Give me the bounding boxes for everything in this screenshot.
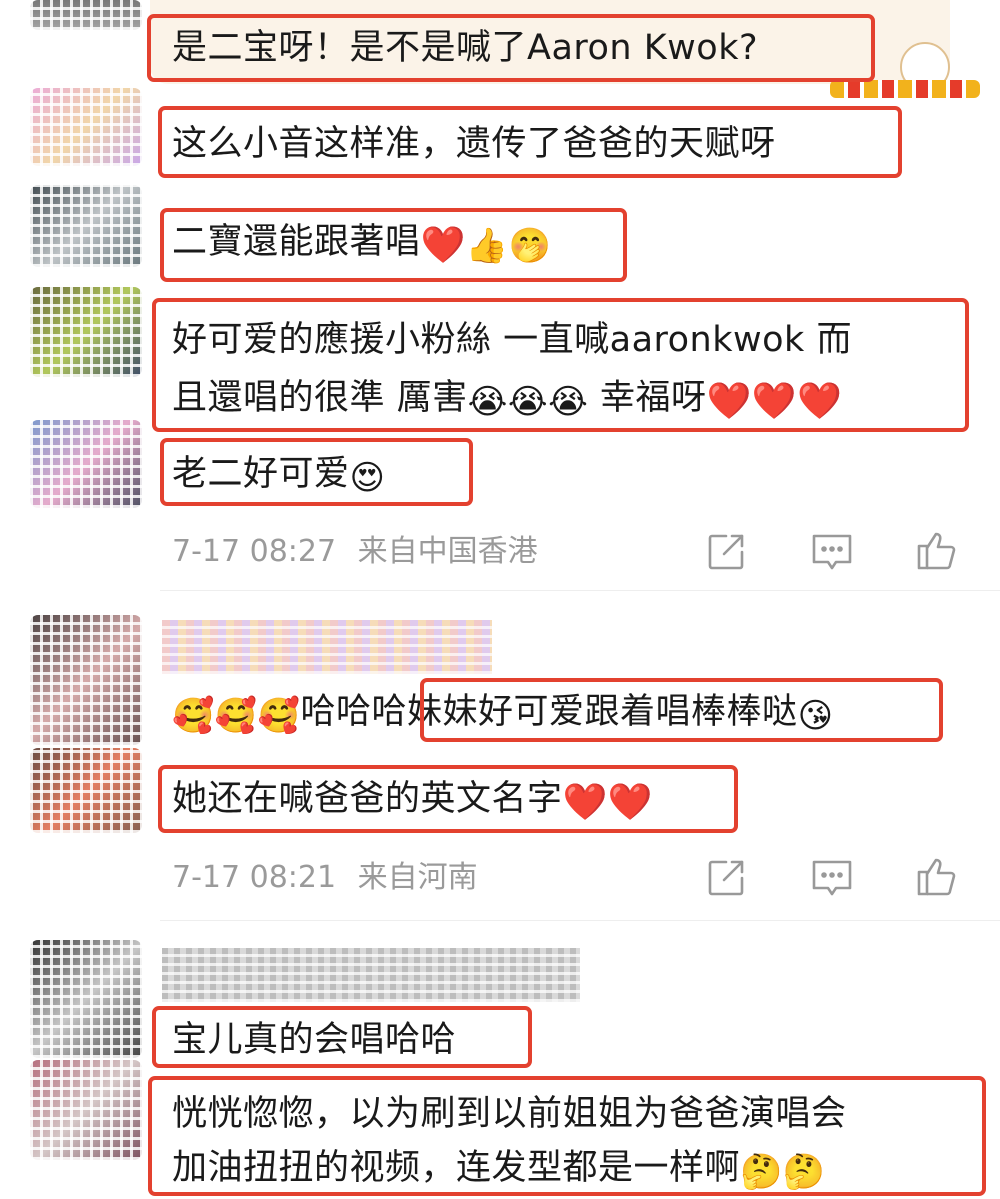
- user-avatar[interactable]: [30, 88, 142, 166]
- user-avatar[interactable]: [30, 420, 142, 508]
- username-blurred[interactable]: [162, 948, 580, 1002]
- highlight-box: [148, 1076, 986, 1196]
- highlight-box: [152, 1006, 532, 1068]
- highlight-box: [158, 765, 738, 833]
- user-avatar[interactable]: [30, 615, 142, 745]
- hugging-emoji: 🥰: [257, 696, 301, 736]
- share-icon[interactable]: [704, 856, 748, 900]
- comment-divider: [160, 920, 1000, 921]
- user-avatar[interactable]: [30, 0, 142, 30]
- user-avatar[interactable]: [30, 940, 142, 1058]
- comment-location: 来自中国香港: [357, 534, 538, 569]
- highlight-box: [420, 678, 943, 742]
- highlight-box: [158, 106, 902, 178]
- comment-meta: 7-17 08:21 来自河南: [172, 860, 478, 896]
- user-avatar[interactable]: [30, 287, 142, 377]
- comment-icon[interactable]: [810, 856, 854, 900]
- hugging-emoji: 🥰: [214, 696, 258, 736]
- comment-time: 7-17 08:27: [172, 534, 337, 569]
- user-avatar[interactable]: [30, 185, 142, 267]
- comment-divider: [160, 590, 1000, 591]
- username-blurred[interactable]: [162, 620, 492, 674]
- highlight-box: [160, 438, 473, 506]
- hugging-emoji: 🥰: [172, 696, 215, 736]
- highlight-box: [147, 14, 875, 82]
- highlight-box: [152, 298, 969, 432]
- thumbs-up-icon[interactable]: [915, 528, 959, 572]
- comment-prefix-text: 哈哈哈: [300, 692, 408, 732]
- comment-time: 7-17 08:21: [172, 860, 337, 895]
- share-icon[interactable]: [704, 530, 748, 574]
- user-avatar[interactable]: [30, 748, 142, 833]
- thumbs-up-icon[interactable]: [915, 854, 959, 898]
- highlight-box: [160, 208, 627, 282]
- user-avatar[interactable]: [30, 1060, 142, 1160]
- comment-icon[interactable]: [810, 530, 854, 574]
- comment-location: 来自河南: [357, 860, 478, 895]
- comment-meta: 7-17 08:27 来自中国香港: [172, 534, 538, 570]
